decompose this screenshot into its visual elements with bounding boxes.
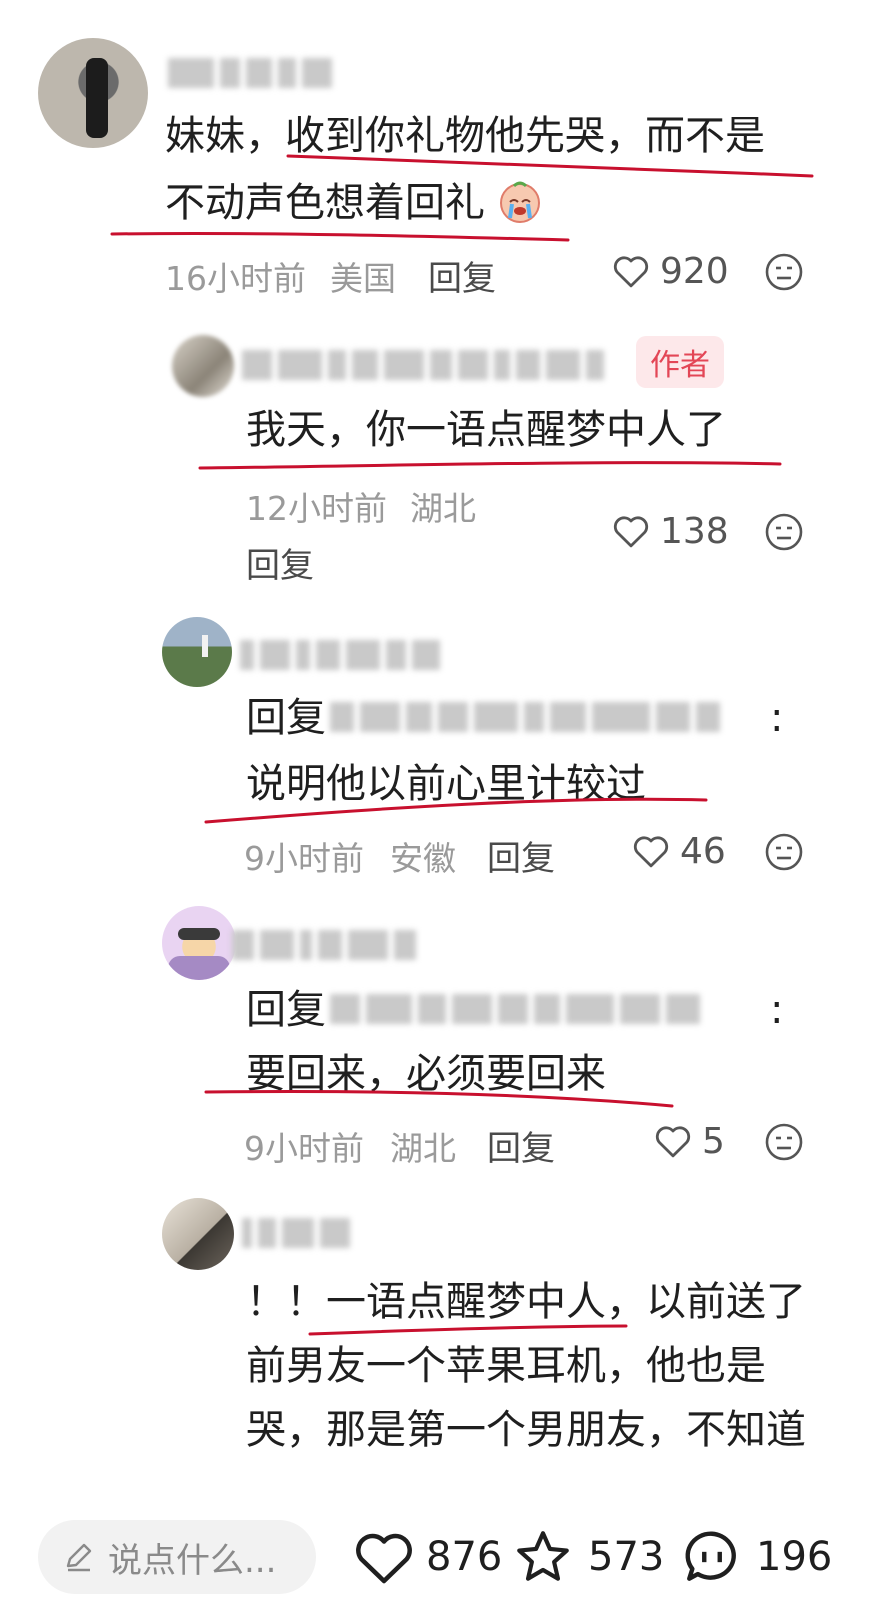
reply-button[interactable]: 回复 <box>487 831 555 880</box>
author-badge: 作者 <box>636 336 724 388</box>
star-outline-icon <box>517 1531 569 1581</box>
comment-time: 12小时前 <box>246 489 387 528</box>
reply-prefix: 回复 <box>246 695 326 741</box>
reply-target-blurred[interactable] <box>330 994 706 1028</box>
comment-text-line: 妹妹，收到你礼物他先哭，而不是 <box>165 113 765 159</box>
post-favorite-count: 573 <box>588 1534 665 1580</box>
reply-button[interactable]: 回复 <box>246 538 314 587</box>
comment-text-line: 前男友一个苹果耳机，他也是 <box>246 1343 766 1389</box>
avatar[interactable] <box>172 335 234 397</box>
comment-bubble-icon <box>685 1531 736 1581</box>
comment-text-line: 不动声色想着回礼 <box>165 180 485 226</box>
reply-colon: : <box>770 695 784 741</box>
username-blurred[interactable] <box>242 1218 356 1252</box>
avatar[interactable] <box>162 906 236 980</box>
comment-time: 9小时前 <box>244 839 364 878</box>
post-like-count: 876 <box>426 1534 503 1580</box>
heart-outline-icon <box>613 256 649 288</box>
like-button[interactable]: 138 <box>610 510 729 552</box>
meh-face-icon[interactable] <box>764 252 804 296</box>
comment-location: 美国 <box>330 259 396 298</box>
username-blurred[interactable] <box>240 640 446 674</box>
favorite-post-button[interactable]: 573 <box>512 1520 664 1594</box>
username-blurred[interactable] <box>242 350 610 384</box>
like-button[interactable]: 5 <box>652 1120 725 1162</box>
meh-face-icon[interactable] <box>764 512 804 556</box>
comment-text: 要回来，必须要回来 <box>246 1051 606 1097</box>
username-blurred[interactable] <box>168 58 338 92</box>
heart-outline-icon <box>655 1126 691 1158</box>
like-button[interactable]: 46 <box>630 830 726 872</box>
comment-location: 湖北 <box>410 489 476 528</box>
like-post-button[interactable]: 876 <box>352 1520 502 1594</box>
pencil-icon <box>66 1543 92 1572</box>
comment-post-button[interactable]: 196 <box>680 1520 832 1594</box>
like-count: 920 <box>660 250 729 292</box>
like-count: 138 <box>660 510 729 552</box>
reply-button[interactable]: 回复 <box>487 1121 555 1170</box>
comment-location: 湖北 <box>390 1129 456 1168</box>
emoji-crying-icon <box>497 178 543 224</box>
heart-outline-icon <box>613 516 649 548</box>
reply-button[interactable]: 回复 <box>428 251 496 300</box>
username-blurred[interactable] <box>232 930 422 964</box>
like-count: 5 <box>702 1120 725 1162</box>
comment-text-line: ！！一语点醒梦中人，以前送了 <box>246 1279 806 1325</box>
avatar[interactable] <box>38 38 148 148</box>
heart-outline-icon <box>633 836 669 868</box>
comment-text: 说明他以前心里计较过 <box>246 761 646 807</box>
meh-face-icon[interactable] <box>764 1122 804 1166</box>
avatar[interactable] <box>162 1198 234 1270</box>
comment-text: 我天，你一语点醒梦中人了 <box>246 407 726 453</box>
like-count: 46 <box>680 830 726 872</box>
comment-input-placeholder: 说点什么... <box>108 1540 277 1581</box>
comment-time: 9小时前 <box>244 1129 364 1168</box>
comment-input[interactable]: 说点什么... <box>38 1520 316 1594</box>
avatar[interactable] <box>162 617 232 687</box>
post-comment-count: 196 <box>756 1534 833 1580</box>
reply-colon: : <box>770 987 784 1033</box>
scroll-fade <box>0 1460 871 1504</box>
meh-face-icon[interactable] <box>764 832 804 876</box>
like-button[interactable]: 920 <box>610 250 729 292</box>
comment-text-line: 哭，那是第一个男朋友，不知道 <box>246 1407 806 1453</box>
comment-location: 安徽 <box>390 839 456 878</box>
comment-time: 16小时前 <box>165 259 306 298</box>
reply-target-blurred[interactable] <box>330 702 726 736</box>
reply-prefix: 回复 <box>246 987 326 1033</box>
heart-outline-icon <box>356 1533 412 1584</box>
